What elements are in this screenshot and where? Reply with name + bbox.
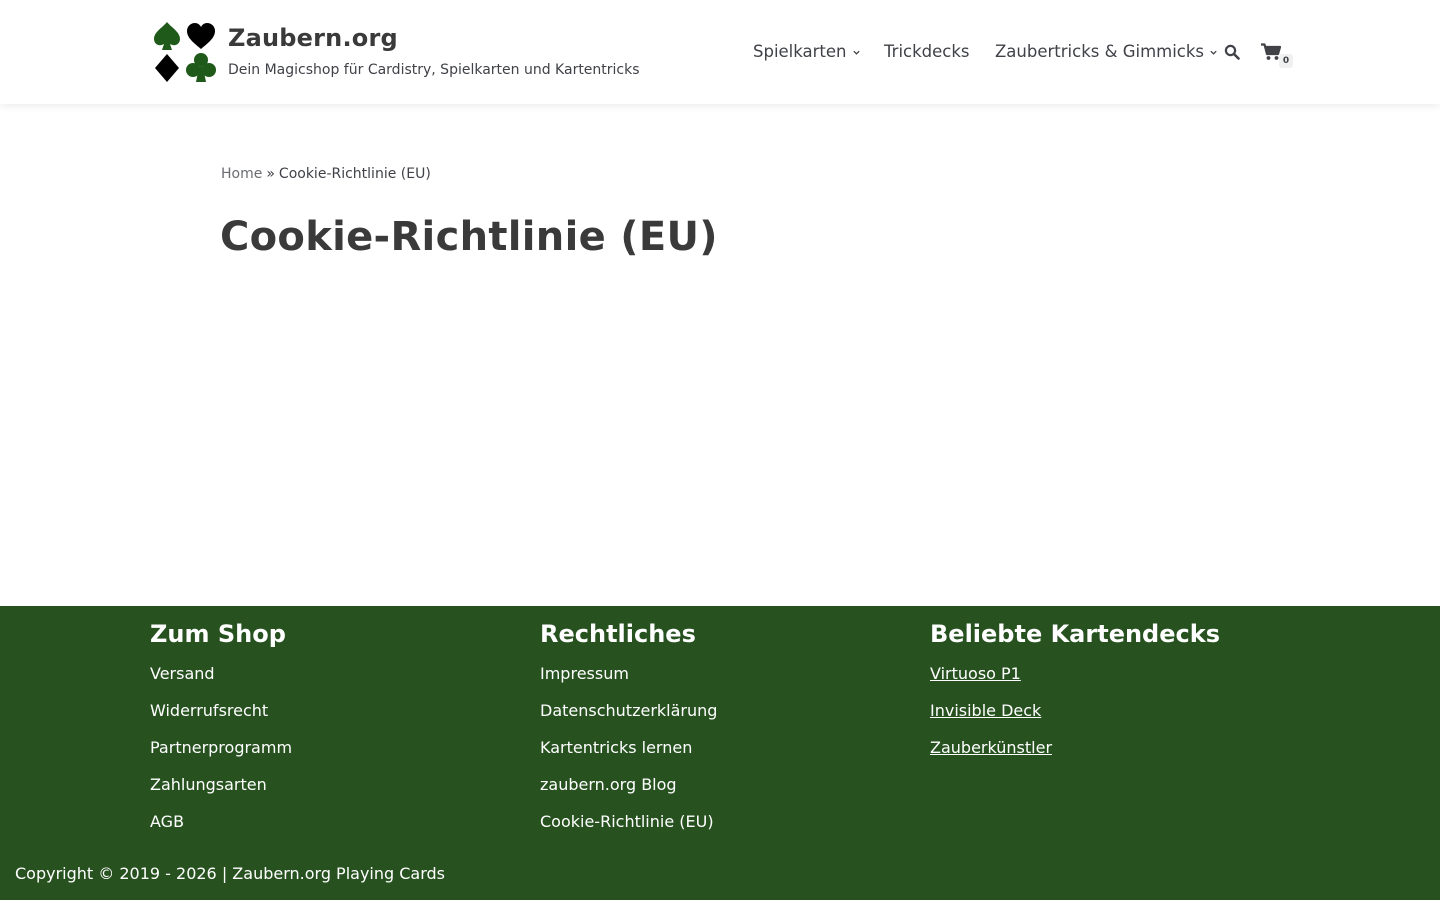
footer-link-impressum[interactable]: Impressum [540, 664, 920, 684]
chevron-down-icon [1210, 50, 1217, 55]
footer-link-versand[interactable]: Versand [150, 664, 530, 684]
footer-link-agb[interactable]: AGB [150, 812, 530, 832]
site-tagline: Dein Magicshop für Cardistry, Spielkarte… [228, 62, 640, 78]
footer-link-list: Versand Widerrufsrecht Partnerprogramm Z… [150, 664, 530, 832]
footer-link-blog[interactable]: zaubern.org Blog [540, 775, 920, 795]
footer-column-title: Zum Shop [150, 620, 286, 648]
nav-item-trickdecks[interactable]: Trickdecks [884, 42, 970, 61]
footer-link-list: Virtuoso P1 Invisible Deck Zauberkünstle… [930, 664, 1310, 758]
nav-item-zaubertricks[interactable]: Zaubertricks & Gimmicks [995, 42, 1218, 61]
chevron-down-icon [852, 50, 860, 55]
nav-item-spielkarten[interactable]: Spielkarten [753, 42, 861, 61]
footer-link-widerrufsrecht[interactable]: Widerrufsrecht [150, 701, 530, 721]
footer-link-virtuoso[interactable]: Virtuoso P1 [930, 664, 1310, 684]
footer-link-list: Impressum Datenschutzerklärung Kartentri… [540, 664, 920, 832]
search-icon[interactable] [1224, 44, 1240, 60]
breadcrumb-separator: » [266, 166, 275, 182]
cart-count-badge: 0 [1279, 54, 1293, 68]
footer-link-kartentricks[interactable]: Kartentricks lernen [540, 738, 920, 758]
footer-column-legal: Rechtliches Impressum Datenschutzerkläru… [540, 618, 920, 849]
nav-item-label: Spielkarten [753, 42, 847, 61]
copyright-text: Copyright © 2019 - 2026 | Zaubern.org Pl… [15, 864, 446, 883]
footer-column-shop: Zum Shop Versand Widerrufsrecht Partnerp… [150, 618, 530, 849]
footer-link-datenschutz[interactable]: Datenschutzerklärung [540, 701, 920, 721]
footer-column-title: Rechtliches [540, 620, 696, 648]
footer-link-partnerprogramm[interactable]: Partnerprogramm [150, 738, 530, 758]
footer-link-invisible-deck[interactable]: Invisible Deck [930, 701, 1310, 721]
site-header: Zaubern.org Dein Magicshop für Cardistry… [0, 0, 1440, 104]
breadcrumb-home-link[interactable]: Home [221, 166, 262, 182]
site-footer: Zum Shop Versand Widerrufsrecht Partnerp… [0, 606, 1440, 900]
footer-column-decks: Beliebte Kartendecks Virtuoso P1 Invisib… [930, 618, 1310, 775]
nav-item-label: Zaubertricks & Gimmicks [995, 42, 1205, 61]
footer-link-zauberkuenstler[interactable]: Zauberkünstler [930, 738, 1310, 758]
breadcrumb-current: Cookie-Richtlinie (EU) [278, 166, 431, 182]
breadcrumb: Home» Cookie-Richtlinie (EU) [221, 166, 431, 182]
cart-icon[interactable] [1261, 43, 1281, 61]
footer-link-cookie-policy[interactable]: Cookie-Richtlinie (EU) [540, 812, 920, 832]
nav-item-label: Trickdecks [884, 42, 970, 61]
page-title: Cookie-Richtlinie (EU) [220, 214, 718, 260]
footer-link-zahlungsarten[interactable]: Zahlungsarten [150, 775, 530, 795]
footer-column-title: Beliebte Kartendecks [930, 620, 1220, 648]
